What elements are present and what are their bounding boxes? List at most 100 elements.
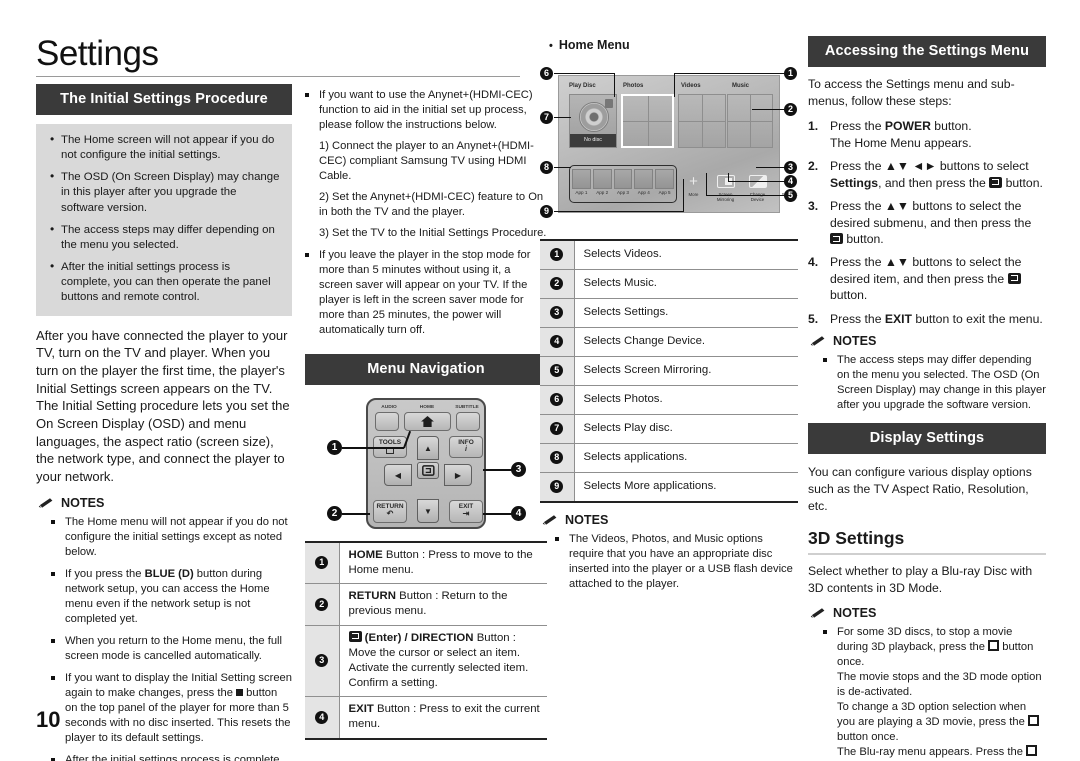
row-desc-cell: Selects Videos. <box>583 248 662 261</box>
home-icon-change-device[interactable]: Change Device <box>744 170 771 202</box>
subheading-3d-settings: 3D Settings <box>808 528 905 549</box>
note-sub: 1) Connect the player to an Anynet+(HDMI… <box>319 140 534 182</box>
row-desc-cell: HOME Button : Press to move to the Home … <box>339 542 547 584</box>
enter-button-glyph <box>830 233 843 244</box>
row-desc-cell: Selects Music. <box>583 277 657 290</box>
remote-btn-up[interactable]: ▲ <box>417 436 439 460</box>
note-sub: 2) Set the Anynet+(HDMI-CEC) feature to … <box>319 191 544 218</box>
home-menu-screen: Play Disc Photos Videos Music No disc Ap… <box>558 75 797 213</box>
row-key-label: (Enter) / DIRECTION <box>364 631 474 644</box>
table-row: 3 Selects Settings. <box>540 298 798 328</box>
row-index-cell: 3 <box>540 298 575 328</box>
note-item: If you want to use the Anynet+(HDMI-CEC)… <box>305 88 547 241</box>
stop-button-glyph <box>1027 715 1039 727</box>
note-part-5: button once. <box>837 731 899 744</box>
callout-1: 1 <box>327 440 342 455</box>
pencil-icon <box>542 515 557 526</box>
row-index-badge: 3 <box>315 654 329 668</box>
remote-btn-return[interactable]: RETURN ↶ <box>373 500 407 523</box>
row-desc-text: Button : <box>473 631 516 644</box>
home-app-3[interactable]: App 3 <box>613 169 633 195</box>
step-bold: EXIT <box>884 311 912 326</box>
step-bold: Settings <box>830 175 879 190</box>
step-item: 2. Press the ▲▼ ◄► buttons to select Set… <box>808 158 1046 191</box>
home-tile-music[interactable] <box>727 94 773 148</box>
remote-btn-left[interactable]: ◀ <box>384 464 412 486</box>
step-text-a: Press the <box>830 119 885 134</box>
app-label: App 3 <box>616 190 629 195</box>
note-item: The Videos, Photos, and Music options re… <box>555 532 798 592</box>
note-sub: 3) Set the TV to the Initial Settings Pr… <box>319 227 547 239</box>
home-callout-line-1 <box>674 73 786 75</box>
table-row: 4 EXIT Button : Press to exit the curren… <box>305 696 547 739</box>
step-number: 3. <box>808 199 819 214</box>
app-label: App 5 <box>658 190 671 195</box>
step-text-a: Press the <box>830 311 885 326</box>
row-desc-cell: EXIT Button : Press to exit the current … <box>339 697 547 739</box>
home-app-4[interactable]: App 4 <box>634 169 654 195</box>
table-row: 6 Selects Photos. <box>540 385 798 415</box>
remote-btn-enter[interactable] <box>417 462 439 479</box>
step-text-c: button. <box>843 232 884 246</box>
row-index-badge: 3 <box>550 306 564 320</box>
notes-heading: NOTES <box>810 606 1046 620</box>
callout-line-3 <box>483 469 513 471</box>
home-callout-line-5 <box>706 195 786 197</box>
notes-label: NOTES <box>833 606 877 621</box>
notes-list-col1: The Home menu will not appear if you do … <box>36 515 292 761</box>
home-callout-line-9 <box>554 211 684 213</box>
caution-item: The access steps may differ depending on… <box>48 222 280 253</box>
home-tile-play-disc[interactable]: No disc <box>569 94 617 148</box>
home-app-2[interactable]: App 2 <box>592 169 612 195</box>
remote-btn-info-label: INFO <box>458 439 474 446</box>
stop-square-icon <box>236 688 244 696</box>
home-tile-label-photos: Photos <box>623 83 644 89</box>
remote-body: AUDIO HOME SUBTITLE TOOLS INFO i RETURN … <box>366 398 486 529</box>
table-row: 4 Selects Change Device. <box>540 327 798 357</box>
home-app-5[interactable]: App 5 <box>655 169 674 195</box>
no-disc-label: No disc <box>570 134 616 147</box>
remote-btn-down[interactable]: ▼ <box>417 499 439 523</box>
note-part-6-wrap: The Blu-ray menu appears. Press the butt… <box>837 745 1046 761</box>
step-text-c: button. <box>830 288 868 303</box>
remote-btn-info[interactable]: INFO i <box>449 436 483 458</box>
remote-btn-audio[interactable] <box>375 412 399 431</box>
row-desc-cell: Selects Change Device. <box>583 335 706 348</box>
section-header-initial-settings: The Initial Settings Procedure <box>36 84 292 115</box>
home-callout-leader-9 <box>683 179 685 212</box>
row-index-cell: 6 <box>540 385 575 415</box>
step-text-a: Press the ▲▼ buttons to select the desir… <box>830 199 1032 230</box>
initial-settings-paragraph: After you have connected the player to y… <box>36 327 290 484</box>
row-index-cell: 2 <box>305 583 340 626</box>
home-menu-table: 1 Selects Videos. 2 Selects Music. 3 Select… <box>540 239 798 503</box>
page-number: 10 <box>36 707 61 732</box>
step-line2: The Home Menu appears. <box>830 135 972 150</box>
stop-button-glyph <box>1026 745 1038 757</box>
notes-label: NOTES <box>833 334 877 349</box>
step-text-b: button. <box>930 119 972 134</box>
home-tile-videos[interactable] <box>678 94 726 148</box>
home-icon <box>421 416 434 427</box>
row-desc-cell: Selects applications. <box>583 451 688 464</box>
notes-list-col4-b: For some 3D discs, to stop a movie durin… <box>808 625 1046 761</box>
home-menu-content: Play Disc Photos Videos Music No disc Ap… <box>567 83 797 205</box>
remote-btn-exit[interactable]: EXIT ⇥ <box>449 500 483 523</box>
caution-item: After the initial settings process is co… <box>48 259 280 305</box>
row-desc-cell: Selects Play disc. <box>583 422 673 435</box>
remote-btn-home[interactable] <box>404 412 451 431</box>
row-index-badge: 7 <box>550 422 564 436</box>
step-text-b: , and then press the <box>878 175 990 190</box>
notes-list-col2-top: If you want to use the Anynet+(HDMI-CEC)… <box>305 88 547 338</box>
remote-btn-right[interactable]: ▶ <box>444 464 472 486</box>
row-key-label: EXIT <box>348 703 374 716</box>
table-row: 2 Selects Music. <box>540 269 798 299</box>
remote-btn-subtitle[interactable] <box>456 412 480 431</box>
home-app-1[interactable]: App 1 <box>572 169 591 195</box>
home-icon-screen-mirroring[interactable]: Screen Mirroring <box>712 170 739 202</box>
notes-list-col3: The Videos, Photos, and Music options re… <box>540 532 798 592</box>
app-label: App 2 <box>596 190 609 195</box>
row-index-cell: 5 <box>540 356 575 386</box>
home-tile-photos[interactable] <box>621 94 674 148</box>
row-key-label: HOME <box>348 549 383 561</box>
note-part-6: The Blu-ray menu appears. Press the <box>837 746 1027 759</box>
